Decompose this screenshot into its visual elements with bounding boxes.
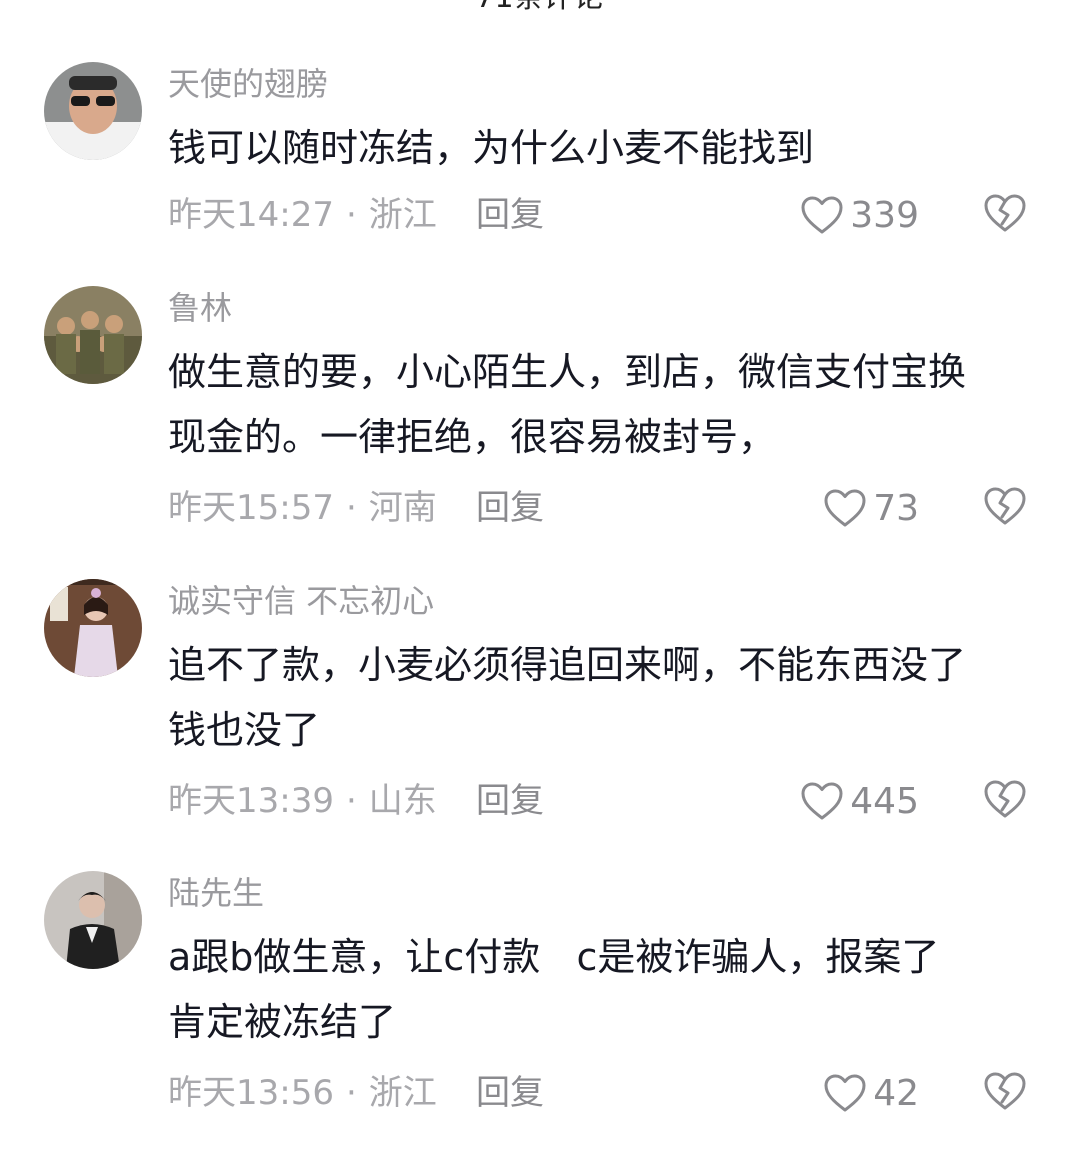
dislike-button[interactable] xyxy=(982,483,1028,533)
heart-outline-icon xyxy=(823,1073,867,1113)
reply-button[interactable]: 回复 xyxy=(476,776,544,826)
comment-time: 昨天15:57 xyxy=(168,488,334,528)
comment-time: 昨天13:39 xyxy=(168,781,334,821)
broken-heart-icon xyxy=(983,1071,1027,1115)
comment-location: 山东 xyxy=(368,781,437,821)
like-button[interactable]: 445 xyxy=(800,776,919,826)
comment-meta: 昨天13:56 · 浙江 xyxy=(168,1073,437,1113)
dislike-button[interactable] xyxy=(982,1068,1028,1118)
like-count: 339 xyxy=(850,194,919,236)
dislike-button[interactable] xyxy=(982,776,1028,826)
reply-button[interactable]: 回复 xyxy=(476,483,544,533)
username[interactable]: 陆先生 xyxy=(168,871,264,915)
comment-time: 昨天14:27 xyxy=(168,195,334,235)
comments-count-header: 71条评论 xyxy=(0,0,1079,18)
comment-time: 昨天13:56 xyxy=(168,1073,334,1113)
comment-text: 钱可以随时冻结，为什么小麦不能找到 xyxy=(168,126,815,170)
username[interactable]: 鲁林 xyxy=(168,286,232,330)
avatar[interactable] xyxy=(44,62,142,160)
comment-location: 浙江 xyxy=(368,195,437,235)
reply-button[interactable]: 回复 xyxy=(476,190,544,240)
comment-meta: 昨天15:57 · 河南 xyxy=(168,488,437,528)
username[interactable]: 天使的翅膀 xyxy=(168,62,328,106)
avatar[interactable] xyxy=(44,286,142,384)
comment-location: 河南 xyxy=(368,488,437,528)
like-button[interactable]: 42 xyxy=(823,1068,919,1118)
comment-meta: 昨天14:27 · 浙江 xyxy=(168,195,437,235)
like-button[interactable]: 339 xyxy=(800,190,919,240)
like-count: 445 xyxy=(850,780,919,822)
avatar[interactable] xyxy=(44,871,142,969)
reply-button[interactable]: 回复 xyxy=(476,1068,544,1118)
username[interactable]: 诚实守信 不忘初心 xyxy=(168,579,434,623)
like-count: 73 xyxy=(873,487,919,529)
dislike-button[interactable] xyxy=(982,190,1028,240)
comment-text: 追不了款，小麦必须得追回来啊，不能东西没了 钱也没了 xyxy=(168,643,967,752)
like-count: 42 xyxy=(873,1072,919,1114)
heart-outline-icon xyxy=(800,195,844,235)
heart-outline-icon xyxy=(823,488,867,528)
comment-meta: 昨天13:39 · 山东 xyxy=(168,781,437,821)
broken-heart-icon xyxy=(983,779,1027,823)
broken-heart-icon xyxy=(983,193,1027,237)
broken-heart-icon xyxy=(983,486,1027,530)
heart-outline-icon xyxy=(800,781,844,821)
avatar[interactable] xyxy=(44,579,142,677)
comment-text: a跟b做生意，让c付款 c是被诈骗人，报案了 肯定被冻结了 xyxy=(168,935,940,1044)
comment-location: 浙江 xyxy=(368,1073,437,1113)
like-button[interactable]: 73 xyxy=(823,483,919,533)
comment-text: 做生意的要，小心陌生人，到店，微信支付宝换 现金的。一律拒绝，很容易被封号， xyxy=(168,350,967,459)
